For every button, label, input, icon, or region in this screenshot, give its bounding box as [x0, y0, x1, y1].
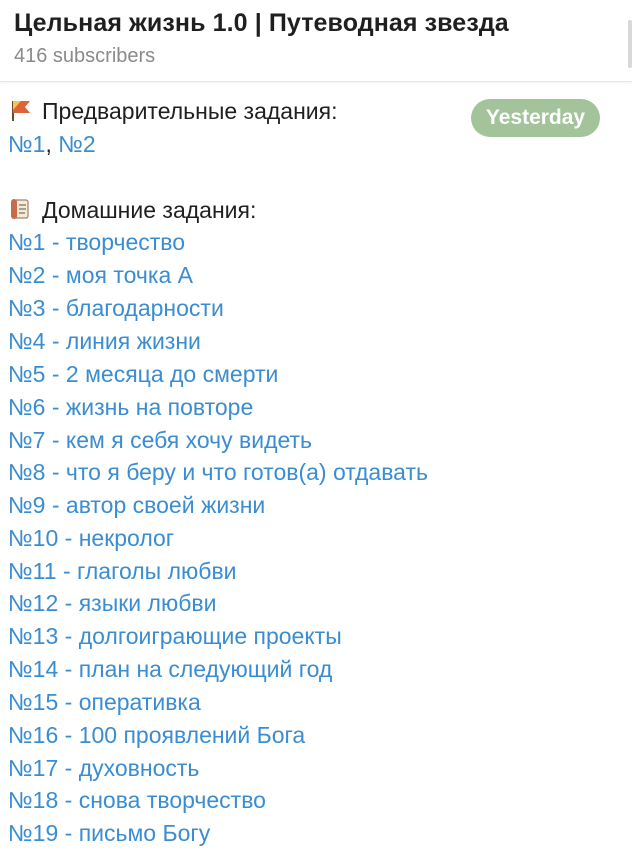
homework-link-4[interactable]: №4 - линия жизни: [8, 326, 201, 356]
scrollbar[interactable]: [628, 20, 632, 68]
pre-tasks-heading-line: Предварительные задания:: [8, 96, 338, 126]
homework-link-2[interactable]: №2 - моя точка А: [8, 260, 193, 290]
homework-link-15[interactable]: №15 - оперативка: [8, 687, 201, 717]
pre-task-link-1[interactable]: №1: [8, 131, 45, 157]
subscriber-count: 416 subscribers: [14, 45, 156, 67]
pre-tasks-heading: Предварительные задания:: [42, 98, 338, 124]
homework-link-17[interactable]: №17 - духовность: [8, 753, 199, 783]
flag-icon: [8, 98, 32, 122]
homework-link-19[interactable]: №19 - письмо Богу: [8, 818, 210, 848]
homework-heading-line: Домашние задания:: [8, 195, 256, 225]
homework-heading: Домашние задания:: [42, 197, 257, 223]
channel-title[interactable]: Цельная жизнь 1.0 | Путеводная звезда: [14, 9, 509, 38]
homework-link-3[interactable]: №3 - благодарности: [8, 293, 224, 323]
scroll-icon: [8, 197, 32, 221]
link-separator: ,: [45, 131, 59, 157]
date-badge: Yesterday: [471, 99, 600, 137]
homework-link-6[interactable]: №6 - жизнь на повторе: [8, 392, 253, 422]
homework-link-5[interactable]: №5 - 2 месяца до смерти: [8, 359, 278, 389]
pre-task-link-2[interactable]: №2: [58, 131, 95, 157]
homework-link-13[interactable]: №13 - долгоиграющие проекты: [8, 621, 342, 651]
homework-link-8[interactable]: №8 - что я беру и что готов(а) отдавать: [8, 457, 428, 487]
homework-link-11[interactable]: №11 - глаголы любви: [8, 556, 237, 586]
homework-link-10[interactable]: №10 - некролог: [8, 523, 174, 553]
homework-link-12[interactable]: №12 - языки любви: [8, 588, 216, 618]
homework-link-16[interactable]: №16 - 100 проявлений Бога: [8, 720, 305, 750]
homework-link-18[interactable]: №18 - снова творчество: [8, 785, 266, 815]
homework-link-1[interactable]: №1 - творчество: [8, 227, 185, 257]
homework-link-7[interactable]: №7 - кем я себя хочу видеть: [8, 425, 312, 455]
homework-link-9[interactable]: №9 - автор своей жизни: [8, 490, 265, 520]
pre-tasks-links: №1, №2: [8, 129, 96, 159]
channel-header[interactable]: Цельная жизнь 1.0 | Путеводная звезда 41…: [0, 0, 632, 82]
channel-post: Yesterday Предварительные задания: №1, №…: [0, 82, 632, 862]
homework-link-14[interactable]: №14 - план на следующий год: [8, 654, 332, 684]
